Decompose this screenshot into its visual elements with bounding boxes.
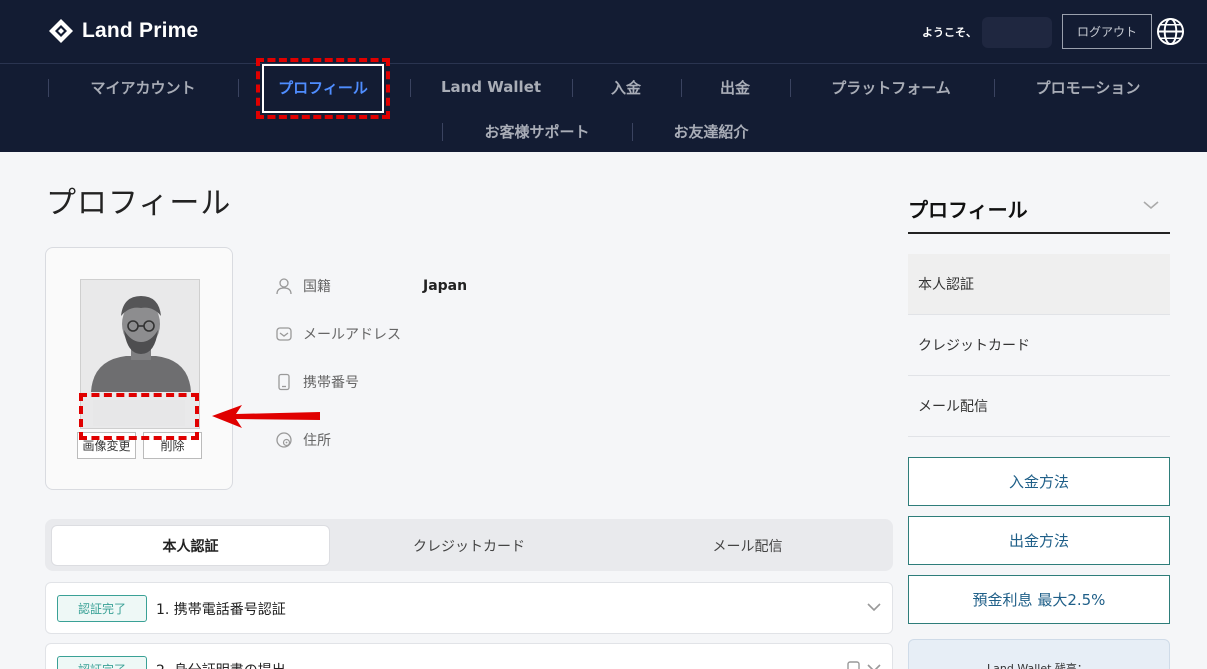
info-label: 住所 bbox=[303, 433, 331, 449]
username-redacted bbox=[982, 17, 1052, 48]
location-icon bbox=[276, 432, 292, 448]
info-address: 住所 bbox=[275, 429, 423, 451]
welcome-text: ようこそ、 bbox=[922, 26, 977, 39]
sidebar-title: プロフィール bbox=[908, 198, 1028, 222]
upload-highlight bbox=[79, 393, 199, 440]
nav-platform[interactable]: プラットフォーム bbox=[805, 65, 977, 109]
step-title: 1. 携帯電話番号認証 bbox=[156, 602, 286, 618]
nav-support[interactable]: お客様サポート bbox=[458, 109, 616, 153]
logout-button[interactable]: ログアウト bbox=[1062, 14, 1152, 49]
chevron-down-icon[interactable] bbox=[866, 599, 882, 615]
nav-deposit[interactable]: 入金 bbox=[585, 65, 667, 109]
mail-icon bbox=[276, 327, 292, 341]
nav-promotion[interactable]: プロモーション bbox=[1010, 65, 1166, 109]
status-badge: 認証完了 bbox=[57, 595, 147, 622]
info-value: Japan bbox=[423, 278, 468, 294]
sidebar-header[interactable]: プロフィール bbox=[908, 180, 1170, 234]
info-email: メールアドレス bbox=[275, 323, 423, 345]
info-label: メールアドレス bbox=[303, 327, 401, 343]
nav-land-wallet[interactable]: Land Wallet bbox=[425, 65, 557, 109]
info-label: 携帯番号 bbox=[303, 375, 359, 391]
tab-mail[interactable]: メール配信 bbox=[608, 525, 887, 566]
user-icon bbox=[276, 278, 292, 295]
step-id-submission[interactable]: 認証完了 2. 身分証明書の提出 bbox=[45, 643, 893, 669]
withdraw-method-button[interactable]: 出金方法 bbox=[908, 516, 1170, 565]
step-title: 2. 身分証明書の提出 bbox=[156, 660, 286, 669]
nav-withdraw[interactable]: 出金 bbox=[694, 65, 776, 109]
tab-identity[interactable]: 本人認証 bbox=[51, 525, 330, 566]
info-phone: 携帯番号 bbox=[275, 371, 423, 393]
wallet-label: Land Wallet 残高： bbox=[987, 662, 1088, 669]
brand-name: Land Prime bbox=[82, 19, 199, 42]
phone-icon bbox=[278, 373, 290, 391]
info-nationality: 国籍 Japan bbox=[275, 275, 467, 297]
nav-my-account[interactable]: マイアカウント bbox=[60, 65, 226, 109]
sidebar-item-mail[interactable]: メール配信 bbox=[908, 376, 1170, 437]
step-phone-verification[interactable]: 認証完了 1. 携帯電話番号認証 bbox=[45, 582, 893, 634]
deposit-method-button[interactable]: 入金方法 bbox=[908, 457, 1170, 506]
profile-nav-highlight bbox=[256, 58, 390, 119]
globe-icon[interactable] bbox=[1156, 17, 1185, 46]
sidebar-item-credit-card[interactable]: クレジットカード bbox=[908, 315, 1170, 376]
info-label: 国籍 bbox=[303, 279, 331, 295]
chevron-down-icon[interactable] bbox=[866, 660, 882, 669]
status-badge: 認証完了 bbox=[57, 656, 147, 669]
interest-button[interactable]: 預金利息 最大2.5% bbox=[908, 575, 1170, 624]
brand-logo[interactable]: Land Prime bbox=[48, 18, 198, 44]
wallet-balance-box: Land Wallet 残高： bbox=[908, 639, 1170, 669]
arrow-icon bbox=[212, 405, 320, 428]
main-nav: マイアカウント プロフィール Land Wallet 入金 出金 プラットフォー… bbox=[0, 65, 1207, 109]
nav-referral[interactable]: お友達紹介 bbox=[648, 109, 774, 153]
logo-icon bbox=[49, 19, 73, 43]
document-icon bbox=[847, 661, 860, 669]
tab-credit-card[interactable]: クレジットカード bbox=[330, 525, 608, 566]
profile-photo-card: 画像変更 削除 bbox=[45, 247, 233, 490]
sidebar-item-identity[interactable]: 本人認証 bbox=[908, 254, 1170, 315]
site-header: Land Prime ようこそ、 ログアウト マイアカウント プロフィール La… bbox=[0, 0, 1207, 152]
secondary-nav: お客様サポート お友達紹介 bbox=[0, 109, 1207, 153]
page-title: プロフィール bbox=[46, 186, 232, 221]
top-bar: Land Prime ようこそ、 ログアウト bbox=[0, 0, 1207, 64]
chevron-down-icon[interactable] bbox=[1142, 196, 1160, 214]
profile-tabs: 本人認証 クレジットカード メール配信 bbox=[45, 519, 893, 571]
